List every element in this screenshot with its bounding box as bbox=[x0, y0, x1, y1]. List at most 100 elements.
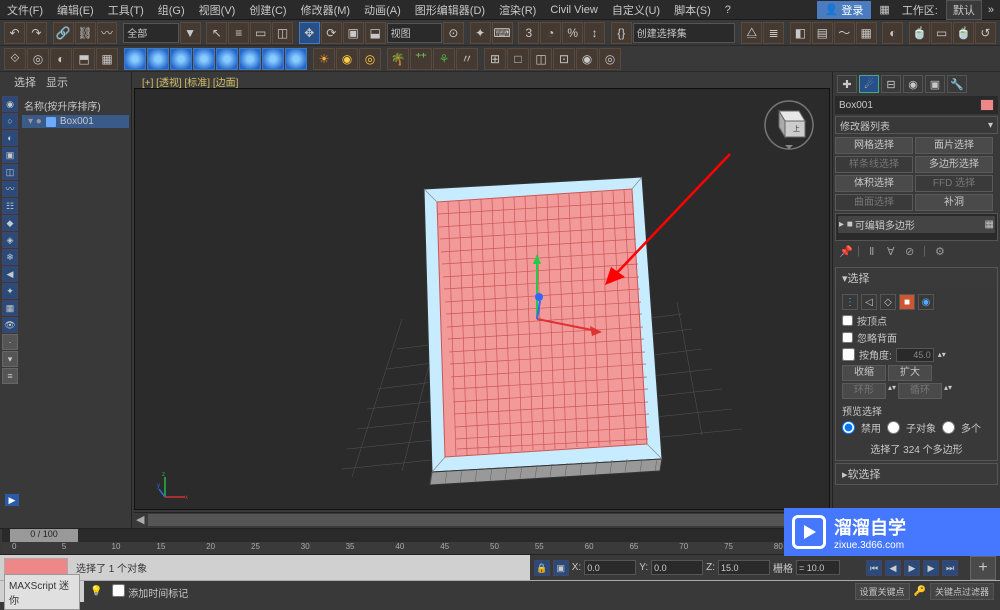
edge-level-icon[interactable]: ◁ bbox=[861, 294, 877, 310]
layer-button[interactable]: ◧ bbox=[790, 22, 811, 44]
viewport-scrollbar-h[interactable]: ◀ ▶ bbox=[134, 512, 830, 526]
filter-icon[interactable]: ▦ bbox=[2, 300, 18, 316]
tb3-icon[interactable]: □ bbox=[507, 48, 529, 70]
patch-select-btn[interactable]: 面片选择 bbox=[915, 137, 993, 154]
edit-selection-set-button[interactable]: {} bbox=[611, 22, 632, 44]
grow-button[interactable]: 扩大 bbox=[888, 365, 932, 381]
tb2-sphere3[interactable] bbox=[170, 48, 192, 70]
rollout-header-selection[interactable]: ▾ 选择 bbox=[836, 268, 997, 288]
menu-modifiers[interactable]: 修改器(M) bbox=[294, 2, 358, 18]
make-unique-icon[interactable]: ∀ bbox=[887, 245, 901, 259]
filter-icon[interactable]: ✦ bbox=[2, 283, 18, 299]
preview-disable-radio[interactable] bbox=[842, 421, 855, 434]
keyboard-shortcut-button[interactable]: ⌨ bbox=[492, 22, 513, 44]
unlink-button[interactable]: ⛓ bbox=[75, 22, 96, 44]
viewport-label[interactable]: [+] [透视] [标准] [边面] bbox=[132, 72, 832, 88]
coord-system-dropdown[interactable]: 视图 bbox=[387, 23, 442, 43]
tb3-icon[interactable]: ⊡ bbox=[553, 48, 575, 70]
isolate-icon[interactable]: ▣ bbox=[553, 560, 569, 576]
tb2-icon[interactable]: ⬒ bbox=[73, 48, 95, 70]
panel-expand-arrow[interactable]: ▶ bbox=[5, 494, 19, 506]
surf-select-btn[interactable]: 曲面选择 bbox=[835, 194, 913, 211]
placement-button[interactable]: ⬓ bbox=[365, 22, 386, 44]
spline-select-btn[interactable]: 样条线选择 bbox=[835, 156, 913, 173]
add-time-tag[interactable]: 添加时间标记 bbox=[112, 584, 188, 600]
percent-snap-button[interactable]: % bbox=[562, 22, 583, 44]
bind-button[interactable]: 〰 bbox=[97, 22, 118, 44]
window-crossing-button[interactable]: ◫ bbox=[272, 22, 293, 44]
link-button[interactable]: 🔗 bbox=[53, 22, 74, 44]
playback-next-button[interactable]: ▶ bbox=[923, 560, 939, 576]
filter-frozen-icon[interactable]: ❄ bbox=[2, 249, 18, 265]
modifier-stack[interactable]: ▸ ■可编辑多边形▦ bbox=[835, 213, 998, 241]
filter-space-icon[interactable]: 〰 bbox=[2, 181, 18, 197]
filter-icon[interactable]: ▾ bbox=[2, 351, 18, 367]
loop-button[interactable]: 循环 bbox=[898, 383, 942, 399]
filter-icon[interactable]: · bbox=[2, 334, 18, 350]
angle-spinner[interactable] bbox=[896, 348, 934, 362]
scene-tree[interactable]: 名称(按升序排序) ▾ ● Box001 bbox=[20, 92, 131, 528]
undo-button[interactable]: ↶ bbox=[4, 22, 25, 44]
menu-file[interactable]: 文件(F) bbox=[0, 2, 50, 18]
menu-create[interactable]: 创建(C) bbox=[242, 2, 293, 18]
tb3-icon[interactable]: ◉ bbox=[576, 48, 598, 70]
tab-select[interactable]: 选择 bbox=[14, 74, 36, 90]
selection-set-dropdown[interactable]: 创建选择集 bbox=[633, 23, 736, 43]
tb3-icon[interactable]: ◎ bbox=[599, 48, 621, 70]
menu-customize[interactable]: 自定义(U) bbox=[605, 2, 667, 18]
preview-multi-radio[interactable] bbox=[942, 421, 955, 434]
tb2-icon[interactable]: ▦ bbox=[96, 48, 118, 70]
grass-icon[interactable]: ⺿ bbox=[410, 48, 432, 70]
tree-icon[interactable]: 🌴 bbox=[387, 48, 409, 70]
modifier-list-dropdown[interactable]: 修改器列表▾ bbox=[835, 116, 998, 134]
schematic-button[interactable]: ▦ bbox=[856, 22, 877, 44]
maxscript-listener[interactable]: MAXScript 迷你 bbox=[4, 574, 80, 610]
move-button[interactable]: ✥ bbox=[299, 22, 320, 44]
by-vertex-checkbox[interactable]: 按顶点 bbox=[842, 312, 991, 329]
tb2-sphere4[interactable] bbox=[193, 48, 215, 70]
filter-icon[interactable]: 👁 bbox=[2, 317, 18, 333]
menu-group[interactable]: 组(G) bbox=[151, 2, 192, 18]
tb2-sphere7[interactable] bbox=[262, 48, 284, 70]
menu-help-icon[interactable]: ? bbox=[718, 4, 738, 16]
x-coord-input[interactable] bbox=[584, 560, 636, 575]
pin-stack-icon[interactable]: 📌 bbox=[839, 245, 853, 259]
configure-sets-icon[interactable]: ⚙ bbox=[935, 245, 949, 259]
filter-bone-icon[interactable]: ☷ bbox=[2, 198, 18, 214]
render-frame-button[interactable]: ▭ bbox=[931, 22, 952, 44]
snap-button[interactable]: 3 bbox=[518, 22, 539, 44]
filter-light-icon[interactable]: ◐ bbox=[2, 130, 18, 146]
menu-scripting[interactable]: 脚本(S) bbox=[667, 2, 718, 18]
tb2-icon[interactable]: ◐ bbox=[50, 48, 72, 70]
filter-helper-icon[interactable]: ◫ bbox=[2, 164, 18, 180]
display-tab[interactable]: ▣ bbox=[925, 75, 945, 93]
filter-dropdown[interactable]: 全部 bbox=[123, 23, 178, 43]
playback-play-button[interactable]: ▶ bbox=[904, 560, 920, 576]
filter-icon[interactable]: ▼ bbox=[180, 22, 201, 44]
menu-view[interactable]: 视图(V) bbox=[192, 2, 243, 18]
rotate-button[interactable]: ⟳ bbox=[321, 22, 342, 44]
menu-rendering[interactable]: 渲染(R) bbox=[492, 2, 543, 18]
sun-icon[interactable]: ☀ bbox=[313, 48, 335, 70]
chevron-right-icon[interactable]: » bbox=[988, 4, 994, 16]
playback-end-button[interactable]: ⏭ bbox=[942, 560, 958, 576]
set-key-button[interactable]: + bbox=[970, 556, 996, 580]
patch-hole-btn[interactable]: 补洞 bbox=[915, 194, 993, 211]
plant-icon[interactable]: ⚘ bbox=[433, 48, 455, 70]
vol-select-btn[interactable]: 体积选择 bbox=[835, 175, 913, 192]
object-color-swatch[interactable] bbox=[980, 99, 994, 111]
by-angle-checkbox[interactable] bbox=[842, 348, 855, 361]
light1-icon[interactable]: ◉ bbox=[336, 48, 358, 70]
mirror-button[interactable]: ⧋ bbox=[741, 22, 762, 44]
lock-selection-icon[interactable]: 🔒 bbox=[534, 560, 550, 576]
tb2-sphere5[interactable] bbox=[216, 48, 238, 70]
playback-start-button[interactable]: ⏮ bbox=[866, 560, 882, 576]
playback-prev-button[interactable]: ◀ bbox=[885, 560, 901, 576]
set-key-settings[interactable]: 设置关键点 bbox=[855, 583, 910, 600]
filter-geom-icon[interactable]: ◉ bbox=[2, 96, 18, 112]
border-level-icon[interactable]: ◇ bbox=[880, 294, 896, 310]
filter-icon[interactable]: ≡ bbox=[2, 368, 18, 384]
menu-animation[interactable]: 动画(A) bbox=[357, 2, 408, 18]
login-button[interactable]: 👤登录 bbox=[817, 1, 872, 19]
filter-group-icon[interactable]: ◆ bbox=[2, 215, 18, 231]
